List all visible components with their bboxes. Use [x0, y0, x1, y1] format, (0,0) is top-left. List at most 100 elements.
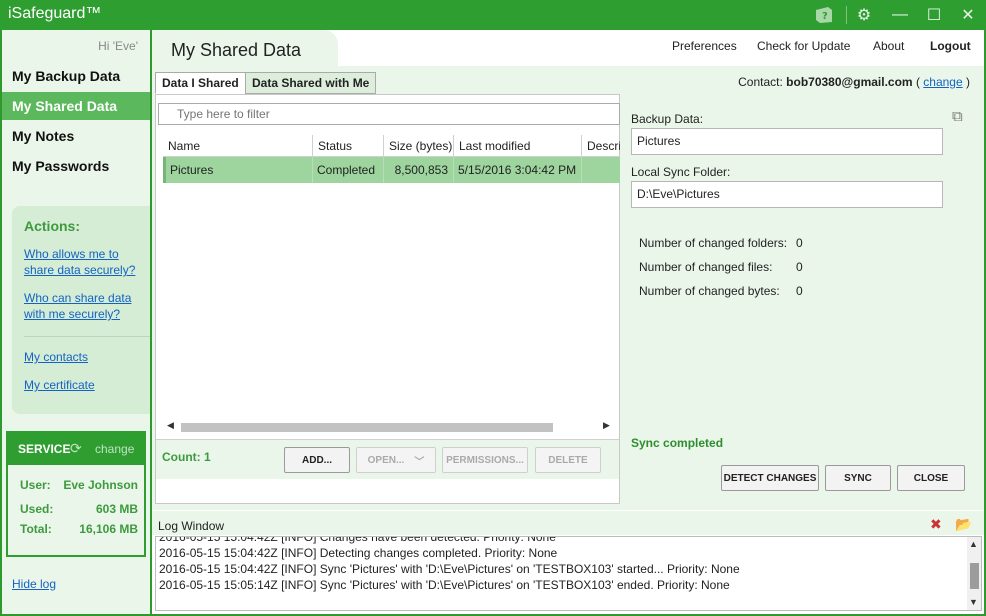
- titlebar-separator: [846, 6, 847, 24]
- check-for-update-link[interactable]: Check for Update: [757, 39, 850, 53]
- sync-button[interactable]: SYNC: [825, 465, 891, 491]
- log-line: 2016-05-15 15:04:42Z [INFO] Detecting ch…: [159, 546, 558, 560]
- service-user-row: User: Eve Johnson: [20, 478, 138, 492]
- service-user-value: Eve Johnson: [63, 478, 138, 492]
- close-button[interactable]: CLOSE: [897, 465, 965, 491]
- add-button[interactable]: ADD...: [284, 447, 350, 473]
- permissions-button[interactable]: PERMISSIONS...: [442, 447, 528, 473]
- help-icon[interactable]: ?: [811, 3, 837, 27]
- actions-panel: Actions: Who allows me to share data sec…: [12, 206, 150, 414]
- service-title: SERVICE: [18, 442, 71, 456]
- changed-bytes-label: Number of changed bytes:: [639, 284, 780, 298]
- preferences-link[interactable]: Preferences: [672, 39, 737, 53]
- detail-pane: Backup Data: Pictures ⧉ Local Sync Folde…: [630, 94, 975, 504]
- backup-data-field[interactable]: Pictures: [631, 128, 943, 155]
- nav-my-backup-data[interactable]: My Backup Data: [2, 62, 150, 90]
- logout-link[interactable]: Logout: [930, 39, 971, 53]
- scroll-down-icon[interactable]: ▼: [969, 597, 978, 607]
- page-title: My Shared Data: [171, 40, 302, 60]
- cell-size: 8,500,853: [384, 157, 454, 183]
- maximize-icon[interactable]: ☐: [921, 3, 947, 27]
- pop-out-icon[interactable]: ⧉: [952, 108, 963, 125]
- nav-my-shared-data[interactable]: My Shared Data: [2, 92, 150, 120]
- item-count: Count: 1: [162, 450, 211, 464]
- my-certificate-link[interactable]: My certificate: [24, 377, 142, 393]
- changed-bytes-row: Number of changed bytes: 0: [639, 284, 803, 298]
- horizontal-scrollbar[interactable]: ◀ ▶: [163, 420, 620, 434]
- delete-button[interactable]: DELETE: [535, 447, 601, 473]
- open-button[interactable]: OPEN... ﹀: [356, 447, 436, 473]
- local-sync-folder-field[interactable]: D:\Eve\Pictures: [631, 181, 943, 208]
- filter-input[interactable]: [158, 103, 620, 125]
- who-allows-me-link[interactable]: Who allows me to share data securely?: [24, 246, 142, 278]
- chevron-down-icon: ﹀: [414, 456, 425, 468]
- column-description[interactable]: Descri: [582, 135, 620, 157]
- service-change-link[interactable]: change: [95, 442, 134, 456]
- sync-status: Sync completed: [631, 436, 724, 450]
- scroll-left-icon[interactable]: ◀: [167, 420, 174, 431]
- clear-log-icon[interactable]: ✖: [930, 516, 942, 533]
- contact-info: Contact: bob70380@gmail.com ( change ): [738, 75, 970, 89]
- log-line: 2016-05-15 15:05:14Z [INFO] Sync 'Pictur…: [159, 578, 730, 592]
- close-icon[interactable]: ✕: [955, 3, 981, 27]
- actions-divider: [24, 336, 150, 337]
- main-panel: Data I Shared Data Shared with Me Contac…: [152, 66, 984, 510]
- changed-folders-row: Number of changed folders: 0: [639, 236, 803, 250]
- scroll-up-icon[interactable]: ▲: [969, 539, 978, 549]
- tab-data-i-shared[interactable]: Data I Shared: [155, 72, 246, 94]
- cell-name: Pictures: [166, 157, 313, 183]
- backup-data-label: Backup Data:: [631, 112, 704, 126]
- contact-email: bob70380@gmail.com: [786, 75, 913, 89]
- cell-status: Completed: [313, 157, 384, 183]
- column-status[interactable]: Status: [313, 135, 384, 157]
- service-total-row: Total: 16,106 MB: [20, 522, 138, 536]
- changed-files-label: Number of changed files:: [639, 260, 773, 274]
- horizontal-scroll-thumb[interactable]: [181, 423, 553, 432]
- changed-files-value: 0: [796, 260, 803, 274]
- cell-description: [582, 157, 620, 183]
- changed-folders-label: Number of changed folders:: [639, 236, 788, 250]
- changed-bytes-value: 0: [796, 284, 803, 298]
- minimize-icon[interactable]: —: [887, 3, 913, 27]
- about-link[interactable]: About: [873, 39, 904, 53]
- list-footer: Count: 1 ADD... OPEN... ﹀ PERMISSIONS...…: [156, 439, 619, 479]
- page-title-tab: My Shared Data: [152, 30, 338, 66]
- gear-icon[interactable]: ⚙: [851, 3, 877, 27]
- changed-files-row: Number of changed files: 0: [639, 260, 803, 274]
- content-area: My Shared Data Preferences Check for Upd…: [152, 30, 984, 614]
- log-scroll-thumb[interactable]: [970, 563, 979, 589]
- svg-text:?: ?: [822, 11, 828, 22]
- service-total-label: Total:: [20, 522, 52, 536]
- actions-title: Actions:: [24, 218, 80, 234]
- who-can-share-link[interactable]: Who can share data with me securely?: [24, 290, 142, 322]
- detect-changes-button[interactable]: DETECT CHANGES: [721, 465, 819, 491]
- log-window[interactable]: 2016-05-15 15:04:42Z [INFO] Changes have…: [155, 536, 982, 611]
- service-total-value: 16,106 MB: [79, 522, 138, 536]
- service-header: SERVICE ⟳ change: [8, 433, 144, 465]
- open-button-label: OPEN...: [367, 454, 405, 466]
- service-used-value: 603 MB: [95, 502, 138, 516]
- greeting: Hi 'Eve': [98, 39, 138, 53]
- table-row[interactable]: Pictures Completed 8,500,853 5/15/2016 3…: [163, 157, 620, 183]
- service-used-row: Used: 603 MB: [20, 502, 138, 516]
- hide-log-link[interactable]: Hide log: [12, 577, 56, 591]
- contact-change-link[interactable]: change: [923, 75, 962, 89]
- scroll-right-icon[interactable]: ▶: [603, 420, 610, 431]
- cell-last-modified: 5/15/2016 3:04:42 PM: [454, 157, 582, 183]
- changed-folders-value: 0: [796, 236, 803, 250]
- shared-data-list: 🔍 Name Status Size (bytes) Last modified…: [155, 94, 620, 504]
- sidebar: Hi 'Eve' My Backup Data My Shared Data M…: [2, 30, 150, 614]
- column-size[interactable]: Size (bytes): [384, 135, 454, 157]
- log-vertical-scrollbar[interactable]: ▲ ▼: [967, 537, 981, 610]
- open-folder-icon[interactable]: 📂: [955, 516, 972, 533]
- column-name[interactable]: Name: [163, 135, 313, 157]
- nav-my-passwords[interactable]: My Passwords: [2, 152, 150, 180]
- log-header: Log Window ✖ 📂: [152, 511, 984, 535]
- my-contacts-link[interactable]: My contacts: [24, 349, 142, 365]
- log-window-title: Log Window: [158, 519, 225, 533]
- sync-icon[interactable]: ⟳: [70, 440, 82, 457]
- local-sync-folder-label: Local Sync Folder:: [631, 165, 731, 179]
- nav-my-notes[interactable]: My Notes: [2, 122, 150, 150]
- column-last-modified[interactable]: Last modified: [454, 135, 582, 157]
- tab-data-shared-with-me[interactable]: Data Shared with Me: [245, 72, 377, 94]
